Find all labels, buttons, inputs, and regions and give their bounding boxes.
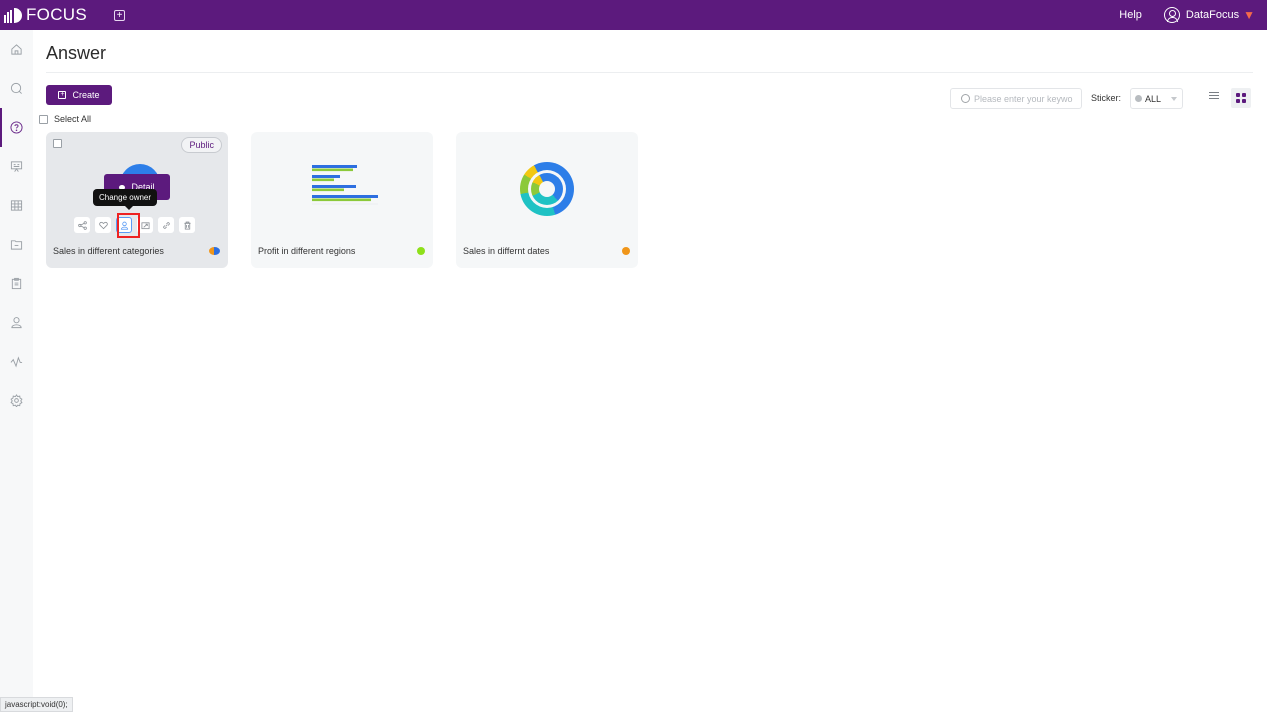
- sidebar-item-presentation[interactable]: [0, 147, 33, 186]
- export-icon: [140, 221, 150, 229]
- user-name[interactable]: DataFocus: [1186, 9, 1239, 21]
- sticker-label: Sticker:: [1091, 93, 1122, 103]
- grid-view-button[interactable]: [1231, 88, 1251, 108]
- bar-chart-thumbnail: [312, 165, 378, 205]
- question-circle-icon: [10, 121, 23, 134]
- user-icon: [11, 317, 22, 329]
- page-title: Answer: [46, 43, 107, 63]
- sidebar-item-home[interactable]: [0, 30, 33, 69]
- create-button-label: Create: [72, 90, 100, 100]
- search-icon: [961, 94, 970, 103]
- search-input[interactable]: Please enter your keywo: [950, 88, 1082, 109]
- home-icon: [11, 44, 22, 55]
- user-circle-icon[interactable]: [1163, 7, 1180, 23]
- sidebar-item-answer[interactable]: [0, 108, 33, 147]
- sidebar-item-search[interactable]: [0, 69, 33, 108]
- sidebar-item-clipboard[interactable]: [0, 264, 33, 303]
- select-all-label: Select All: [54, 114, 92, 124]
- sticker-dot: [209, 247, 220, 255]
- sunburst-chart-thumbnail: [520, 162, 574, 216]
- sidebar: [0, 30, 33, 712]
- gem-icon: ▼: [1243, 8, 1255, 22]
- answer-card[interactable]: Sales in differnt dates: [456, 132, 638, 268]
- highlight-box: [117, 213, 140, 238]
- answer-card[interactable]: Profit in different regions: [251, 132, 433, 268]
- card-title[interactable]: Profit in different regions: [258, 246, 355, 256]
- plus-square-icon: +: [58, 91, 67, 99]
- sidebar-item-folder[interactable]: [0, 225, 33, 264]
- trash-icon: [183, 221, 191, 230]
- card-title[interactable]: Sales in different categories: [53, 246, 164, 256]
- clipboard-icon: [11, 277, 22, 290]
- select-all-checkbox[interactable]: [39, 114, 48, 124]
- tooltip: Change owner: [93, 189, 158, 210]
- status-bar: javascript:void(0);: [0, 697, 73, 712]
- sticker-select[interactable]: ALL: [1130, 88, 1183, 109]
- favorite-button[interactable]: [95, 217, 111, 233]
- create-button[interactable]: + Create: [46, 85, 112, 105]
- table-icon: [10, 200, 23, 211]
- share-icon: [77, 220, 87, 230]
- sidebar-item-settings[interactable]: [0, 381, 33, 420]
- card-checkbox[interactable]: [53, 139, 62, 148]
- search-placeholder: Please enter your keywo: [974, 93, 1073, 104]
- answer-card[interactable]: Public Detail Change owner Sales in diff…: [46, 132, 228, 268]
- app-name: FOCUS: [26, 5, 87, 24]
- sticker-color-dot: [1135, 95, 1142, 102]
- sticker-value: ALL: [1145, 93, 1162, 104]
- title-divider: [46, 72, 1253, 73]
- share-button[interactable]: [74, 217, 90, 233]
- app-logo[interactable]: FOCUS: [4, 5, 87, 25]
- sidebar-item-table[interactable]: [0, 186, 33, 225]
- help-link[interactable]: Help: [1119, 9, 1142, 21]
- pulse-icon: [10, 356, 23, 368]
- sidebar-item-user[interactable]: [0, 303, 33, 342]
- top-bar: FOCUS + Help DataFocus ▼: [0, 0, 1267, 30]
- sidebar-item-monitor[interactable]: [0, 342, 33, 381]
- chevron-down-icon: [1171, 97, 1177, 101]
- sticker-dot: [622, 247, 630, 255]
- list-view-button[interactable]: [1209, 92, 1219, 101]
- select-all[interactable]: Select All: [39, 114, 91, 124]
- delete-button[interactable]: [179, 217, 195, 233]
- plus-square-icon[interactable]: +: [114, 9, 125, 21]
- main-content: Answer + Create Select All Please enter …: [39, 30, 1253, 268]
- card-title[interactable]: Sales in differnt dates: [463, 246, 549, 256]
- gear-icon: [10, 394, 23, 407]
- link-icon: [162, 221, 170, 229]
- presentation-icon: [10, 161, 23, 172]
- sticker-dot: [417, 247, 425, 255]
- link-button[interactable]: [158, 217, 174, 233]
- heart-icon: [98, 221, 108, 229]
- focus-logo-icon: [4, 7, 23, 23]
- search-icon: [10, 82, 22, 94]
- folder-icon: [10, 240, 23, 250]
- public-badge: Public: [181, 137, 222, 153]
